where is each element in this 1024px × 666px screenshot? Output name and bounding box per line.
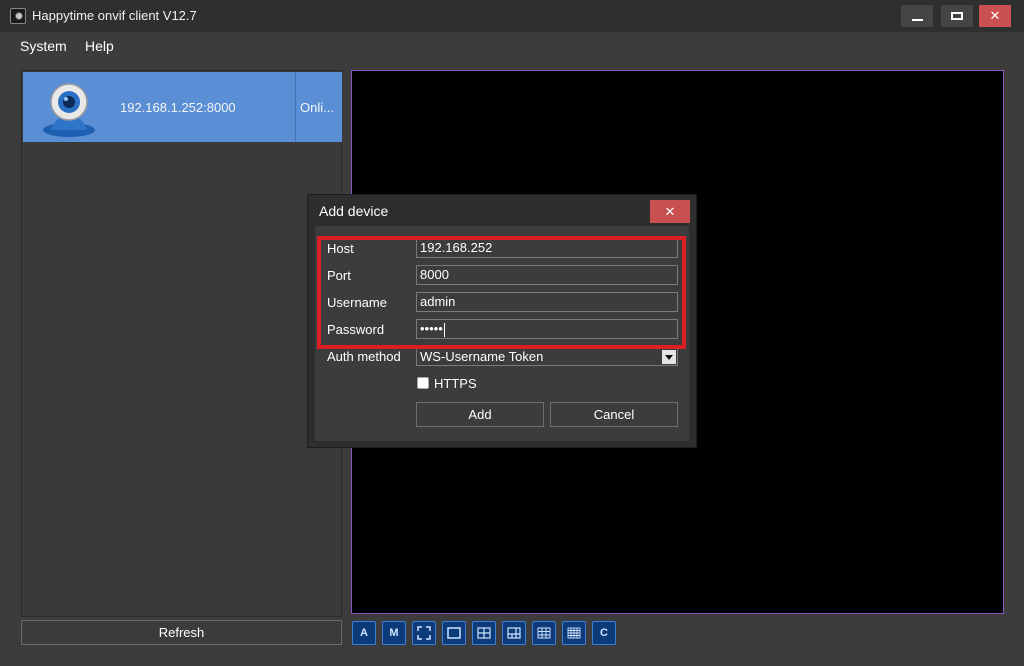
layout-4x4-button[interactable] bbox=[562, 621, 586, 645]
cancel-button[interactable]: Cancel bbox=[550, 402, 678, 427]
text-caret bbox=[443, 322, 445, 337]
minimize-button[interactable] bbox=[901, 5, 933, 27]
close-icon: ✕ bbox=[989, 8, 1001, 23]
fullscreen-button[interactable] bbox=[412, 621, 436, 645]
device-address: 192.168.1.252:8000 bbox=[120, 100, 236, 115]
menu-bar: System Help bbox=[0, 32, 1024, 58]
single-view-icon bbox=[447, 627, 461, 639]
window-title: Happytime onvif client V12.7 bbox=[32, 8, 197, 23]
username-input[interactable]: admin bbox=[416, 292, 678, 312]
layout-custom-button[interactable]: C bbox=[592, 621, 616, 645]
title-bar: Happytime onvif client V12.7 ✕ bbox=[0, 0, 1024, 32]
webcam-icon bbox=[37, 80, 101, 138]
grid-1plus5-icon bbox=[507, 627, 521, 639]
dialog-body: Host 192.168.252 Port 8000 Username admi… bbox=[315, 226, 689, 441]
layout-3x3-button[interactable] bbox=[532, 621, 556, 645]
port-label: Port bbox=[327, 268, 351, 283]
chevron-down-icon[interactable] bbox=[662, 350, 676, 364]
layout-m-button[interactable]: M bbox=[382, 621, 406, 645]
fullscreen-icon bbox=[417, 626, 431, 640]
close-icon: ✕ bbox=[664, 203, 676, 219]
https-label: HTTPS bbox=[434, 376, 477, 391]
auth-method-select[interactable]: WS-Username Token bbox=[416, 348, 678, 366]
device-list-item[interactable]: 192.168.1.252:8000 Onli... bbox=[23, 72, 342, 142]
host-input[interactable]: 192.168.252 bbox=[416, 238, 678, 258]
port-input[interactable]: 8000 bbox=[416, 265, 678, 285]
maximize-button[interactable] bbox=[941, 5, 973, 27]
maximize-icon bbox=[951, 12, 963, 20]
username-label: Username bbox=[327, 295, 387, 310]
menu-system[interactable]: System bbox=[20, 38, 67, 54]
https-checkbox[interactable] bbox=[417, 377, 429, 389]
minimize-icon bbox=[911, 19, 923, 21]
add-device-dialog: Add device ✕ Host 192.168.252 Port 8000 … bbox=[307, 194, 697, 448]
auth-method-value: WS-Username Token bbox=[420, 349, 544, 364]
grid-3x3-icon bbox=[537, 627, 551, 639]
close-button[interactable]: ✕ bbox=[979, 5, 1011, 27]
device-status: Onli... bbox=[300, 100, 334, 115]
grid-2x2-icon bbox=[477, 627, 491, 639]
auth-method-label: Auth method bbox=[327, 349, 401, 364]
add-button[interactable]: Add bbox=[416, 402, 544, 427]
grid-4x4-icon bbox=[567, 627, 581, 639]
menu-help[interactable]: Help bbox=[85, 38, 114, 54]
dialog-title: Add device bbox=[319, 203, 389, 219]
column-divider bbox=[295, 72, 296, 142]
layout-1x1-button[interactable] bbox=[442, 621, 466, 645]
layout-1plus5-button[interactable] bbox=[502, 621, 526, 645]
dialog-close-button[interactable]: ✕ bbox=[650, 200, 690, 223]
device-list: 192.168.1.252:8000 Onli... bbox=[21, 70, 342, 617]
refresh-button[interactable]: Refresh bbox=[21, 620, 342, 645]
password-label: Password bbox=[327, 322, 385, 337]
layout-a-button[interactable]: A bbox=[352, 621, 376, 645]
password-value: ••••• bbox=[420, 321, 443, 336]
password-input[interactable]: ••••• bbox=[416, 319, 678, 339]
app-icon bbox=[10, 8, 26, 24]
layout-2x2-button[interactable] bbox=[472, 621, 496, 645]
host-label: Host bbox=[327, 241, 354, 256]
